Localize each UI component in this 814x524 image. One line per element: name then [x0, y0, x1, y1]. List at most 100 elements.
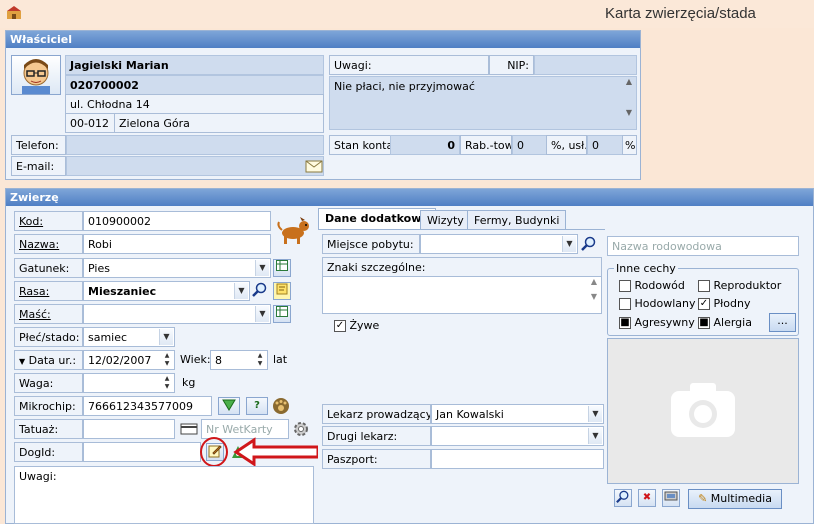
email-field[interactable]	[66, 156, 324, 176]
discount-label: Rab.-tow.	[460, 135, 512, 155]
window-title: Karta zwierzęcia/stada	[605, 5, 756, 22]
multimedia-button[interactable]: ✎ Multimedia	[688, 489, 782, 509]
rodowod-checkbox[interactable]: Rodowód	[619, 279, 685, 292]
nazwa-field[interactable]: Robi	[83, 234, 271, 254]
plec-select[interactable]: samiec ▼	[83, 327, 175, 347]
rasa-select[interactable]: Mieszaniec ▼	[83, 281, 250, 301]
waga-label: Waga:	[14, 373, 83, 393]
card-icon[interactable]	[180, 422, 198, 436]
dataur-label[interactable]: ▼ Data ur.:	[14, 350, 83, 370]
email-label: E-mail:	[11, 156, 66, 176]
tatuaz-field[interactable]	[83, 419, 175, 439]
owner-postal: 00-012	[65, 113, 115, 133]
phone-label: Telefon:	[11, 135, 66, 155]
owner-notes[interactable]: Nie płaci, nie przyjmować ▲ ▼	[329, 76, 637, 130]
rasa-value: Mieszaniec	[88, 285, 157, 298]
scroll-up-icon[interactable]: ▲	[622, 77, 636, 86]
reproduktor-label: Reproduktor	[713, 279, 782, 292]
zywe-checkbox[interactable]: ✓ Żywe	[334, 319, 379, 332]
owner-avatar	[11, 55, 61, 95]
owner-header: Właściciel	[6, 31, 640, 48]
mikrochip-field[interactable]: 766612343577009	[83, 396, 212, 416]
masc-select[interactable]: ▼	[83, 304, 271, 324]
table-icon[interactable]	[273, 259, 291, 277]
chevron-down-icon[interactable]: ▼	[159, 329, 173, 345]
search-icon[interactable]	[252, 282, 268, 298]
chevron-down-icon[interactable]: ▼	[562, 236, 576, 252]
phone-field[interactable]	[66, 135, 324, 155]
chevron-down-icon[interactable]: ▼	[255, 260, 269, 276]
checkmark-icon: ✓	[334, 320, 346, 332]
wiek-spinner[interactable]: ▲ ▼	[254, 352, 266, 368]
app-icon	[6, 6, 22, 20]
nip-field[interactable]	[534, 55, 637, 75]
dataur-value: 12/02/2007	[88, 354, 152, 367]
lekarz-select[interactable]: Jan Kowalski ▼	[431, 404, 604, 424]
discount-field[interactable]: 0	[512, 135, 547, 155]
pedigree-name-field[interactable]: Nazwa rodowodowa	[607, 236, 799, 256]
scanner-icon[interactable]	[662, 489, 680, 507]
red-highlight-circle	[200, 437, 228, 467]
tab-wizyty[interactable]: Wizyty	[420, 210, 471, 230]
chevron-down-icon[interactable]: ▼	[234, 283, 248, 299]
chip-reader-icon[interactable]	[218, 397, 240, 415]
search-icon[interactable]	[581, 236, 597, 252]
tab-dane-dodatkowe[interactable]: Dane dodatkowe	[318, 208, 436, 230]
chevron-down-icon[interactable]: ▼	[588, 428, 602, 444]
waga-field[interactable]: ▲ ▼	[83, 373, 175, 393]
lat-label: lat	[273, 353, 288, 366]
checkbox-indeterminate-icon: ■	[698, 317, 710, 329]
pedigree-placeholder: Nazwa rodowodowa	[612, 240, 722, 253]
checkbox-indeterminate-icon: ■	[619, 317, 631, 329]
gatunek-select[interactable]: Pies ▼	[83, 258, 271, 278]
reproduktor-checkbox[interactable]: Reproduktor	[698, 279, 781, 292]
waga-spinner[interactable]: ▲ ▼	[161, 375, 173, 391]
dogid-field[interactable]	[83, 442, 201, 462]
dataur-field[interactable]: 12/02/2007 ▲ ▼	[83, 350, 175, 370]
table-icon[interactable]	[273, 305, 291, 323]
owner-notes-text: Nie płaci, nie przyjmować	[334, 80, 475, 93]
more-traits-button[interactable]: ...	[769, 313, 796, 332]
plec-label: Płeć/stado:	[14, 327, 83, 347]
notepad-icon[interactable]	[273, 282, 291, 300]
discount2-field[interactable]: 0	[587, 135, 623, 155]
plec-value: samiec	[88, 331, 128, 344]
wiek-label: Wiek:	[180, 353, 211, 366]
notes-scrollbar[interactable]: ▲ ▼	[622, 77, 636, 129]
wiek-value: 8	[215, 354, 222, 367]
tatuaz-label: Tatuaż:	[14, 419, 83, 439]
agresywny-checkbox[interactable]: ■ Agresywny	[619, 316, 695, 329]
chevron-down-icon[interactable]: ▼	[588, 406, 602, 422]
scroll-down-icon[interactable]: ▼	[587, 292, 601, 301]
znaki-field[interactable]: ▲ ▼	[322, 276, 602, 314]
znaki-scrollbar[interactable]: ▲ ▼	[587, 277, 601, 313]
email-envelope-icon[interactable]	[305, 158, 323, 173]
help-icon[interactable]: ?	[246, 397, 268, 415]
date-spinner[interactable]: ▲ ▼	[161, 352, 173, 368]
drugi-label: Drugi lekarz:	[322, 426, 431, 446]
plodny-checkbox[interactable]: ✓ Płodny	[698, 297, 750, 310]
scroll-down-icon[interactable]: ▼	[622, 108, 636, 117]
alergia-checkbox[interactable]: ■ Alergia	[698, 316, 752, 329]
animal-notes[interactable]: Uwagi:	[14, 466, 314, 524]
drugi-select[interactable]: ▼	[431, 426, 604, 446]
hodowlany-checkbox[interactable]: Hodowlany	[619, 297, 696, 310]
tab-fermy-budynki[interactable]: Fermy, Budynki	[467, 210, 567, 230]
kod-field[interactable]: 010900002	[83, 211, 271, 231]
mikrochip-label: Mikrochip:	[14, 396, 83, 416]
discount2-label: %, usł.:	[546, 135, 587, 155]
miejsce-select[interactable]: ▼	[420, 234, 578, 254]
delete-icon[interactable]: ✖	[638, 489, 656, 507]
rodowod-label: Rodowód	[634, 279, 685, 292]
photo-frame[interactable]	[607, 338, 799, 484]
paw-icon[interactable]	[271, 396, 291, 416]
scroll-up-icon[interactable]: ▲	[587, 277, 601, 286]
chevron-down-icon[interactable]: ▼	[255, 306, 269, 322]
nip-label: NIP:	[489, 55, 534, 75]
owner-city: Zielona Góra	[114, 113, 324, 133]
wiek-field[interactable]: 8 ▲ ▼	[210, 350, 268, 370]
paszport-field[interactable]	[431, 449, 604, 469]
photo-search-icon[interactable]	[614, 489, 632, 507]
lekarz-value: Jan Kowalski	[436, 408, 504, 421]
hodowlany-label: Hodowlany	[634, 297, 696, 310]
